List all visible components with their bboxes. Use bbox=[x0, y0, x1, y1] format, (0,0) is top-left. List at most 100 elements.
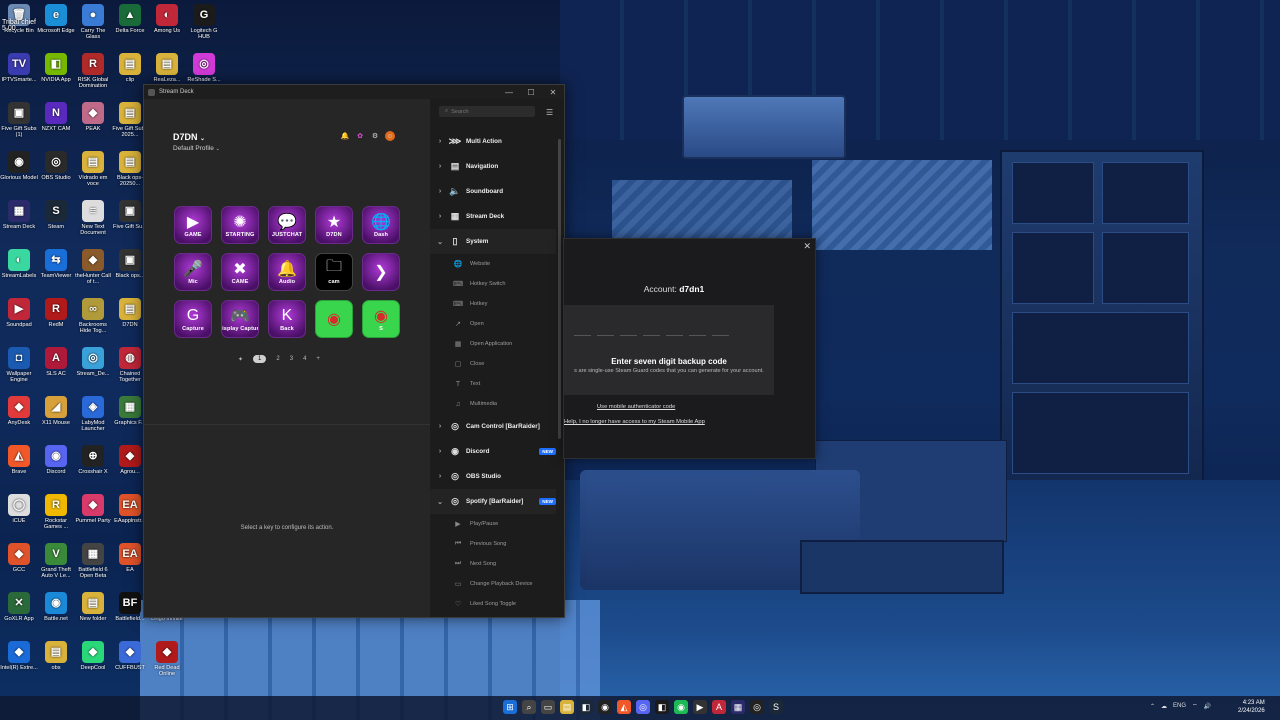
taskbar-app-icon[interactable]: ◉ bbox=[674, 700, 688, 714]
desktop-icon[interactable]: A SLS AC bbox=[37, 347, 75, 377]
taskbar-app-icon[interactable]: A bbox=[712, 700, 726, 714]
taskbar-app-icon[interactable]: ◧ bbox=[655, 700, 669, 714]
desktop-icon[interactable]: ≡ New Text Document bbox=[74, 200, 112, 237]
gear-icon[interactable]: ⚙ bbox=[370, 131, 380, 141]
close-button[interactable]: ✕ bbox=[542, 88, 564, 97]
desktop-icon[interactable]: R RedM bbox=[37, 298, 75, 328]
taskbar-app-icon[interactable]: S bbox=[769, 700, 783, 714]
desktop-icon[interactable]: ◉ Battle.net bbox=[37, 592, 75, 622]
stream-deck-key[interactable]: 🎮Display Capture bbox=[221, 300, 259, 338]
list-view-icon[interactable]: ☰ bbox=[546, 108, 553, 117]
action-item[interactable]: ▶ Play/Pause bbox=[430, 514, 556, 534]
category-item[interactable]: › 🔈 Soundboard bbox=[430, 179, 556, 204]
desktop-icon[interactable]: ✕ GoXLR App bbox=[0, 592, 38, 622]
wifi-icon[interactable]: ⌔ bbox=[1192, 702, 1198, 710]
action-item[interactable]: 🌐 Website bbox=[430, 254, 556, 274]
taskbar-app-icon[interactable]: ▶ bbox=[693, 700, 707, 714]
action-item[interactable]: ⏮ Previous Song bbox=[430, 534, 556, 554]
action-item[interactable]: ♡ Liked Song Toggle bbox=[430, 594, 556, 614]
desktop-icon[interactable]: ◢ X11 Mouse bbox=[37, 396, 75, 426]
taskbar-app-icon[interactable]: ◎ bbox=[750, 700, 764, 714]
stream-deck-key[interactable]: 🌐 Dash bbox=[362, 206, 400, 244]
stream-deck-key[interactable]: ✺ STARTING bbox=[221, 206, 259, 244]
desktop-icon[interactable]: G Logitech G HUB bbox=[185, 4, 223, 41]
desktop-icon[interactable]: ◆ theHunter Call of t... bbox=[74, 249, 112, 286]
category-item[interactable]: ⌄ ◎ Spotify [BarRaider] NEW bbox=[430, 489, 556, 514]
title-bar[interactable]: Stream Deck — ☐ ✕ bbox=[144, 85, 564, 99]
desktop-icon[interactable]: ▲ Delta Force bbox=[111, 4, 149, 34]
language-indicator[interactable]: ENG bbox=[1173, 703, 1186, 709]
desktop-icon[interactable]: ▤ Vídrado em voce bbox=[74, 151, 112, 188]
category-item[interactable]: › ▦ Stream Deck bbox=[430, 204, 556, 229]
category-item[interactable]: › ◎ Cam Control [BarRaider] bbox=[430, 414, 556, 439]
desktop-icon[interactable]: ◆ GCC bbox=[0, 543, 38, 573]
clock[interactable]: 4:23 AM 2/24/2026 bbox=[1238, 699, 1265, 715]
taskbar-app-icon[interactable]: ▤ bbox=[560, 700, 574, 714]
bell-icon[interactable]: 🔔 bbox=[340, 131, 350, 141]
taskbar-app-icon[interactable]: ◭ bbox=[617, 700, 631, 714]
category-item[interactable]: › ◉ Discord NEW bbox=[430, 439, 556, 464]
taskbar-app-icon[interactable]: ▭ bbox=[541, 700, 555, 714]
desktop-icon[interactable]: ▤ clip bbox=[111, 53, 149, 83]
action-item[interactable]: ↗ Open bbox=[430, 314, 556, 334]
desktop-icon[interactable]: ▦ Stream Deck bbox=[0, 200, 38, 230]
desktop-icon[interactable]: e Microsoft Edge bbox=[37, 4, 75, 34]
stream-deck-key[interactable]: 💬 JUSTCHAT bbox=[268, 206, 306, 244]
desktop-icon[interactable]: ◆ DeepCool bbox=[74, 641, 112, 671]
desktop-icon[interactable]: ◯ iCUE bbox=[0, 494, 38, 524]
desktop-icon[interactable]: ◉ Discord bbox=[37, 445, 75, 475]
desktop-icon[interactable]: S Steam bbox=[37, 200, 75, 230]
action-item[interactable]: T Text bbox=[430, 374, 556, 394]
desktop-icon[interactable]: ▦ Battlefield 6 Open Beta bbox=[74, 543, 112, 580]
desktop-icon[interactable]: TV IPTVSmarte... bbox=[0, 53, 38, 83]
desktop-icon[interactable]: ▣ Five Gift Subs (1) bbox=[0, 102, 38, 139]
chevron-up-icon[interactable]: ⌃ bbox=[1150, 703, 1155, 710]
desktop-icon[interactable]: V Grand Theft Auto V Le... bbox=[37, 543, 75, 580]
desktop-icon[interactable]: ⊕ Crosshair X bbox=[74, 445, 112, 475]
stream-deck-key[interactable]: K Back bbox=[268, 300, 306, 338]
page-4[interactable]: 4 bbox=[303, 356, 306, 362]
pin-icon[interactable]: ✦ bbox=[238, 356, 243, 363]
desktop-icon[interactable]: ▤ obs bbox=[37, 641, 75, 671]
mobile-authenticator-link[interactable]: Use mobile authenticator code bbox=[597, 404, 675, 410]
search-input[interactable]: ⌕ Search bbox=[439, 106, 535, 117]
action-item[interactable]: ⌨ Hotkey bbox=[430, 294, 556, 314]
desktop-icon[interactable]: ◎ Stream_De... bbox=[74, 347, 112, 377]
desktop-icon[interactable]: ◆ Pummel Party bbox=[74, 494, 112, 524]
desktop-icon[interactable]: ◆ Intel(R) Extre... bbox=[0, 641, 38, 671]
taskbar-app-icon[interactable]: ⊞ bbox=[503, 700, 517, 714]
stream-deck-key[interactable]: ❯ bbox=[362, 253, 400, 291]
action-item[interactable]: ⏭ Next Song bbox=[430, 554, 556, 574]
close-icon[interactable]: ✕ bbox=[803, 241, 811, 252]
sidebar-scrollbar[interactable] bbox=[558, 139, 561, 439]
volume-icon[interactable]: 🔊 bbox=[1204, 703, 1211, 710]
desktop-icon[interactable]: ◘ Wallpaper Engine bbox=[0, 347, 38, 384]
desktop-icon[interactable]: ▶ Soundpad bbox=[0, 298, 38, 328]
category-item[interactable]: › ◎ OBS Studio bbox=[430, 464, 556, 489]
cloud-icon[interactable]: ☁ bbox=[1161, 703, 1167, 710]
desktop-icon[interactable]: R RISK Global Domination bbox=[74, 53, 112, 90]
category-item[interactable]: › ▤ Navigation bbox=[430, 154, 556, 179]
code-input[interactable] bbox=[564, 305, 774, 395]
stream-deck-key[interactable]: ✖ CAME bbox=[221, 253, 259, 291]
desktop-icon[interactable]: ◧ NVIDIA App bbox=[37, 53, 75, 83]
desktop-icon[interactable]: R Rockstar Games ... bbox=[37, 494, 75, 531]
desktop-icon[interactable]: ▤ New folder bbox=[74, 592, 112, 622]
category-item[interactable]: ⌄ ▯ System bbox=[430, 229, 556, 254]
desktop-icon[interactable]: N NZXT CAM bbox=[37, 102, 75, 132]
stream-deck-key[interactable]: ▶ GAME bbox=[174, 206, 212, 244]
action-item[interactable]: ▦ Open Application bbox=[430, 334, 556, 354]
maximize-button[interactable]: ☐ bbox=[520, 88, 542, 97]
page-3[interactable]: 3 bbox=[290, 356, 293, 362]
taskbar-app-icon[interactable]: ◎ bbox=[636, 700, 650, 714]
page-1[interactable]: 1 bbox=[253, 355, 267, 363]
action-item[interactable]: ▭ Change Playback Device bbox=[430, 574, 556, 594]
marketplace-icon[interactable]: ✿ bbox=[355, 131, 365, 141]
desktop-icon[interactable]: ◆ AnyDesk bbox=[0, 396, 38, 426]
desktop-icon[interactable]: ⇆ TeamViewer bbox=[37, 249, 75, 279]
stream-deck-key[interactable]: ◉ bbox=[315, 300, 353, 338]
taskbar-app-icon[interactable]: ◉ bbox=[598, 700, 612, 714]
stream-deck-key[interactable]: ★ D7DN bbox=[315, 206, 353, 244]
desktop-icon[interactable]: ◐ StreamLabels bbox=[0, 249, 38, 279]
taskbar-app-icon[interactable]: ▦ bbox=[731, 700, 745, 714]
